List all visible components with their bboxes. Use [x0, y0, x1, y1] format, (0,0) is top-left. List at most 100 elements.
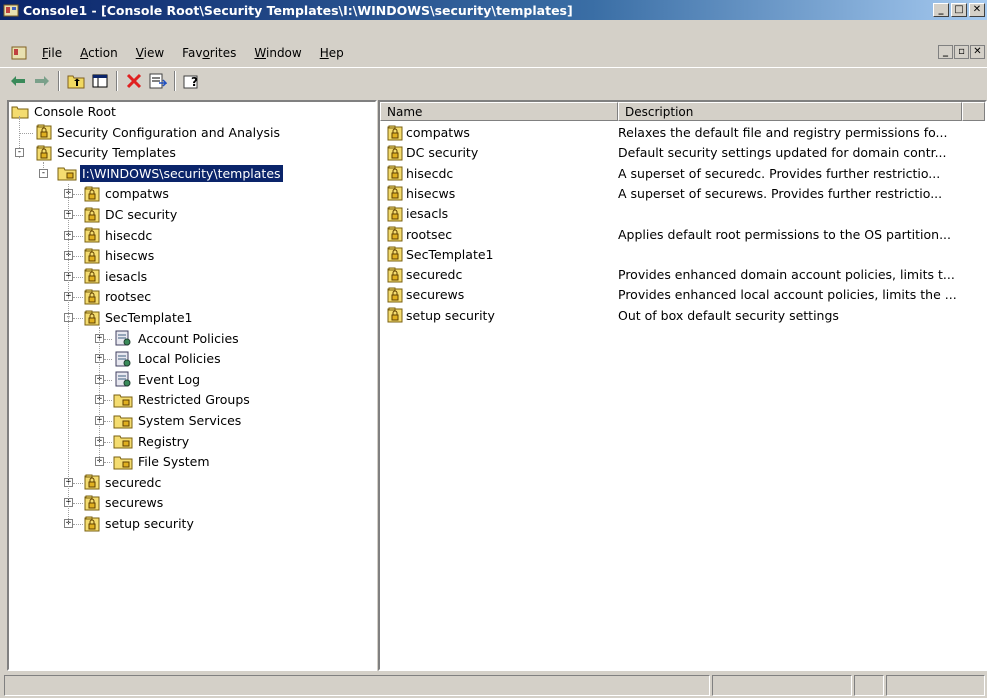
list-row[interactable]: securedc Provides enhanced domain account… [380, 265, 985, 284]
template-name: securews [406, 287, 465, 303]
help-button[interactable]: ? [180, 70, 203, 92]
tree-line [99, 326, 100, 461]
system-services-icon [113, 415, 133, 428]
list-cell-description: Out of box default security settings [618, 307, 839, 323]
restricted-groups-icon [113, 394, 133, 408]
list-cell-name: rootsec [380, 225, 618, 243]
delete-button[interactable] [122, 70, 145, 92]
column-header-name[interactable]: Name [380, 102, 618, 121]
list-row[interactable]: hisecdc A superset of securedc. Provides … [380, 164, 985, 183]
tree-label: System Services [138, 413, 242, 428]
list-cell-name: compatws [380, 124, 618, 142]
tree-label: hisecws [105, 248, 155, 264]
column-header-description[interactable]: Description [618, 102, 962, 121]
console-tree-pane[interactable]: Console Root Security Configuration and … [7, 100, 377, 671]
tree-item-templates-path[interactable]: I:\WINDOWS\security\templates [57, 164, 283, 183]
template-name: hisecdc [406, 165, 454, 181]
menu-favorites[interactable]: Favorites [173, 46, 245, 60]
tree-label: DC security [105, 207, 178, 222]
console-doc-icon[interactable] [11, 46, 27, 60]
list-row[interactable]: iesacls [380, 204, 985, 223]
tree-line [73, 194, 83, 196]
minimize-button[interactable]: _ [933, 3, 949, 17]
tree-item-security-templates[interactable]: Security Templates [35, 143, 178, 162]
tree-label: I:\WINDOWS\security\templates [80, 164, 283, 182]
tree-item-sectemplate1[interactable]: SecTemplate1 [83, 308, 195, 327]
list-row[interactable]: DC security Default security settings upd… [380, 143, 985, 162]
console-root-icon [11, 106, 29, 118]
list-row[interactable]: SecTemplate1 [380, 245, 985, 264]
export-list-icon [149, 73, 167, 88]
collapse-icon[interactable]: - [39, 168, 48, 178]
tree-item-console-root[interactable]: Console Root [11, 102, 118, 121]
tree-item-file-system[interactable]: File System [113, 452, 212, 471]
back-button[interactable] [6, 70, 29, 92]
tree-line [104, 421, 112, 422]
console-tree-icon [92, 74, 107, 87]
template-icon [387, 226, 403, 242]
tree-label: setup security [105, 516, 194, 531]
template-icon [84, 186, 100, 202]
menu-hep[interactable]: Hep [311, 46, 353, 60]
tree-label: Account Policies [138, 330, 239, 346]
list-cell-name: setup security [380, 306, 618, 324]
list-row[interactable]: setup security Out of box default securit… [380, 306, 985, 325]
tree-item-rootsec[interactable]: rootsec [83, 287, 153, 306]
tree-label: File System [138, 454, 210, 470]
tree-item-compatws[interactable]: compatws [83, 184, 171, 203]
back-arrow-icon [10, 75, 25, 86]
up-one-level-button[interactable] [64, 70, 87, 92]
event-log-icon [115, 371, 131, 387]
tree-line [19, 132, 33, 134]
child-restore-button[interactable]: ▫ [954, 45, 969, 59]
tree-item-account-policies[interactable]: Account Policies [113, 329, 241, 348]
menu-file[interactable]: File [33, 46, 71, 60]
tree-label: hisecdc [105, 227, 153, 243]
list-row[interactable]: securews Provides enhanced local account … [380, 285, 985, 304]
tree-item-security-configuration-analysis[interactable]: Security Configuration and Analysis [35, 123, 282, 142]
toolbar: ? [0, 67, 987, 93]
delete-x-icon [126, 73, 141, 88]
title-bar[interactable]: Console1 - [Console Root\Security Templa… [0, 0, 987, 20]
tree-item-setup-security[interactable]: setup security [83, 514, 196, 533]
tree-item-system-services[interactable]: System Services [113, 411, 243, 430]
list-row[interactable]: hisecws A superset of securews. Provides … [380, 184, 985, 203]
list-row[interactable]: rootsec Applies default root permissions … [380, 225, 985, 244]
template-icon [387, 125, 403, 140]
tree-item-securews[interactable]: securews [83, 493, 165, 512]
toolbar-separator [116, 70, 118, 91]
column-header-filler [962, 102, 985, 121]
maximize-button[interactable]: □ [951, 3, 967, 17]
child-minimize-button[interactable]: _ [938, 45, 953, 59]
tree-item-hisecws[interactable]: hisecws [83, 246, 156, 265]
tree-line [73, 215, 83, 216]
menu-window[interactable]: Window [245, 46, 310, 60]
tree-item-local-policies[interactable]: Local Policies [113, 349, 223, 368]
menu-action[interactable]: Action [71, 46, 127, 60]
tree-item-restricted-groups[interactable]: Restricted Groups [113, 390, 252, 409]
template-icon [84, 227, 100, 243]
collapse-icon[interactable]: - [15, 148, 24, 158]
details-list-pane[interactable]: Name Description compatws Relaxes the def… [378, 100, 987, 671]
tree-line [104, 338, 112, 340]
tree-item-hisecdc[interactable]: hisecdc [83, 226, 154, 245]
tree-line [73, 524, 83, 525]
show-hide-tree-button[interactable] [88, 70, 111, 92]
menu-view[interactable]: View [127, 46, 173, 60]
forward-button[interactable] [30, 70, 53, 92]
template-icon [387, 307, 403, 323]
tree-item-dc-security[interactable]: DC security [83, 205, 179, 224]
list-row[interactable]: compatws Relaxes the default file and reg… [380, 123, 985, 142]
list-cell-name: DC security [380, 144, 618, 162]
template-icon [84, 474, 100, 490]
tree-item-securedc[interactable]: securedc [83, 473, 163, 492]
tree-item-event-log[interactable]: Event Log [113, 370, 202, 389]
tree-item-iesacls[interactable]: iesacls [83, 267, 149, 286]
tree-line [73, 503, 83, 505]
close-button[interactable]: ✕ [969, 3, 985, 17]
template-name: securedc [406, 267, 463, 283]
template-name: hisecws [406, 185, 456, 201]
export-list-button[interactable] [146, 70, 169, 92]
child-close-button[interactable]: ✕ [970, 45, 985, 59]
tree-item-registry[interactable]: Registry [113, 432, 191, 451]
